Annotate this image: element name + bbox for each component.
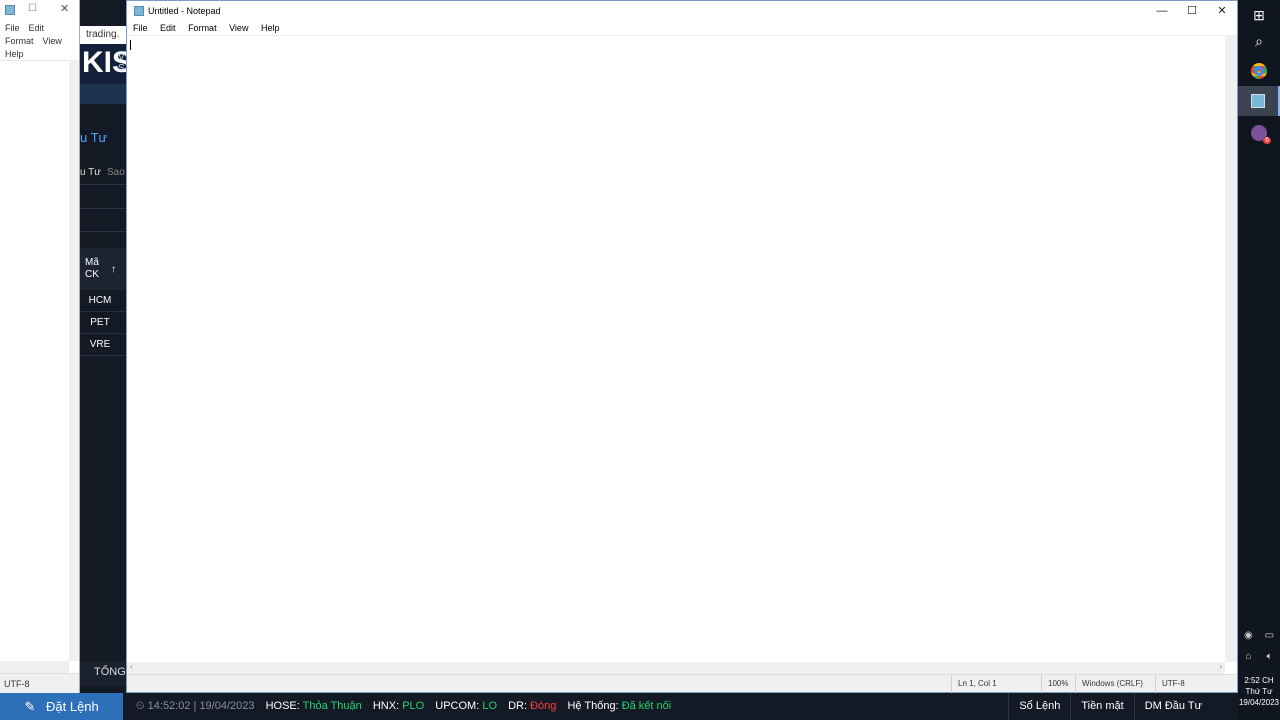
menu-format[interactable]: Format (188, 23, 217, 33)
encoding: UTF-8 (1155, 675, 1185, 693)
clock-date: 19/04/2023 (1238, 698, 1280, 707)
table-row[interactable]: VRE (80, 334, 130, 356)
order-book-button[interactable]: Sổ Lệnh (1008, 693, 1070, 720)
viber-icon[interactable]: 6 (1238, 118, 1280, 148)
minimize-icon[interactable]: — (1147, 1, 1177, 21)
zoom-level: 100% (1041, 675, 1068, 693)
divider (80, 231, 130, 232)
divider (80, 184, 130, 185)
notepad-icon (5, 5, 15, 15)
menu-edit[interactable]: Edit (29, 23, 45, 33)
small-vertical-scrollbar[interactable] (69, 60, 79, 661)
tab-other[interactable]: Sao (107, 167, 125, 178)
notepad-window[interactable]: Untitled - Notepad — ☐ ✕ File Edit Forma… (126, 0, 1238, 693)
clock-day: Thứ Tư (1245, 687, 1273, 696)
menu-bar: File Edit Format View Help (127, 21, 1237, 35)
divider (80, 208, 130, 209)
menu-help[interactable]: Help (5, 49, 24, 59)
vertical-scrollbar[interactable] (1225, 35, 1237, 662)
system-label: Hệ Thống: (567, 700, 619, 712)
notification-badge: 6 (1263, 137, 1271, 144)
hose-status: Thỏa Thuận (302, 700, 362, 712)
text-editor[interactable] (127, 35, 1225, 662)
nav-band (80, 84, 130, 104)
tray-icons-row: ◉ ▭ (1238, 630, 1280, 641)
scroll-left-icon[interactable]: ‹ (130, 662, 133, 671)
logo-sub: VS (118, 52, 125, 74)
notepad-small-window[interactable]: ☐ ✕ File Edit Format View Help UTF-8 (0, 0, 80, 693)
network-icon[interactable]: ⌂ (1245, 651, 1251, 662)
small-horizontal-scrollbar[interactable] (0, 661, 69, 673)
market-status: ⏲ 14:52:02 | 19/04/2023 HOSE: Thỏa Thuận… (136, 693, 671, 720)
upcom-label: UPCOM: (435, 700, 480, 712)
system-clock[interactable]: 2:52 CH Thứ Tư 19/04/2023 (1238, 675, 1280, 708)
total-label: TỔNG (80, 662, 130, 686)
line-ending: Windows (CRLF) (1075, 675, 1143, 693)
table-row[interactable]: HCM (80, 290, 130, 312)
small-text-area[interactable] (0, 60, 69, 661)
notepad-icon (134, 6, 144, 16)
small-encoding: UTF-8 (0, 673, 79, 693)
maximize-icon[interactable]: ☐ (28, 3, 37, 14)
menu-format[interactable]: Format (5, 36, 34, 46)
section-title: u Tư (80, 130, 108, 145)
scroll-right-icon[interactable]: › (1219, 662, 1222, 671)
volume-icon[interactable]: 🔈︎ (1267, 651, 1273, 662)
upcom-status: LO (482, 700, 498, 712)
table-row[interactable]: PET (80, 312, 130, 334)
horizontal-scrollbar[interactable]: ‹ › (127, 662, 1225, 674)
small-menu-bar: File Edit Format View Help (0, 20, 79, 63)
hnx-label: HNX: (372, 700, 400, 712)
dr-label: DR: (508, 700, 528, 712)
menu-view[interactable]: View (229, 23, 248, 33)
place-order-button[interactable]: ✎ Đặt Lệnh (0, 693, 123, 720)
trading-status-bar: ✎ Đặt Lệnh ⏲ 14:52:02 | 19/04/2023 HOSE: … (0, 693, 1238, 720)
tab-investment[interactable]: u Tư (80, 167, 101, 178)
clock-time: 2:52 CH (1244, 676, 1274, 685)
tray-icons-row-2: ⌂ 🔈︎ (1238, 651, 1280, 662)
chrome-icon[interactable] (1238, 56, 1280, 86)
hnx-status: PLO (402, 700, 425, 712)
search-icon[interactable]: ⌕ (1238, 26, 1280, 56)
menu-edit[interactable]: Edit (160, 23, 176, 33)
pen-icon: ✎ (24, 699, 36, 714)
title-bar[interactable]: Untitled - Notepad — ☐ ✕ (127, 1, 1237, 21)
cash-button[interactable]: Tiền mặt (1070, 693, 1133, 720)
taskbar: ⊞ ⌕ 6 ◉ ▭ ⌂ 🔈︎ 2:52 CH Thứ Tư 19/04/2023 (1238, 0, 1280, 720)
menu-help[interactable]: Help (261, 23, 280, 33)
text-caret (130, 40, 131, 50)
maximize-icon[interactable]: ☐ (1177, 1, 1207, 21)
notepad-taskbar-icon[interactable] (1238, 86, 1280, 116)
tray-app-icon[interactable]: ◉ (1244, 630, 1253, 641)
small-title-bar[interactable]: ☐ ✕ (0, 0, 79, 20)
menu-file[interactable]: File (5, 23, 20, 33)
close-icon[interactable]: ✕ (60, 2, 69, 15)
table-header-stock-code[interactable]: Mã CK ↑ (80, 248, 130, 290)
system-status: Đã kết nối (621, 700, 672, 712)
cursor-position: Ln 1, Col 1 (951, 675, 997, 693)
battery-icon[interactable]: ▭ (1265, 630, 1274, 641)
watchlist-button[interactable]: DM Đầu Tư (1133, 693, 1212, 720)
hose-label: HOSE: (265, 700, 300, 712)
status-bar: Ln 1, Col 1 100% Windows (CRLF) UTF-8 (127, 674, 1237, 693)
menu-view[interactable]: View (43, 36, 62, 46)
close-icon[interactable]: ✕ (1207, 1, 1237, 21)
watchlist-tabs: u Tư Sao (80, 167, 125, 178)
server-time: 14:52:02 | 19/04/2023 (147, 700, 255, 712)
dr-status: Đóng (530, 700, 557, 712)
clock-icon: ⏲ (136, 700, 145, 712)
kis-logo: KIS VS (80, 44, 132, 84)
window-title: Untitled - Notepad (148, 6, 221, 16)
sort-arrow-icon[interactable]: ↑ (111, 264, 116, 276)
trade-bar-right: Sổ Lệnh Tiền mặt DM Đầu Tư (1008, 693, 1212, 720)
menu-file[interactable]: File (133, 23, 148, 33)
